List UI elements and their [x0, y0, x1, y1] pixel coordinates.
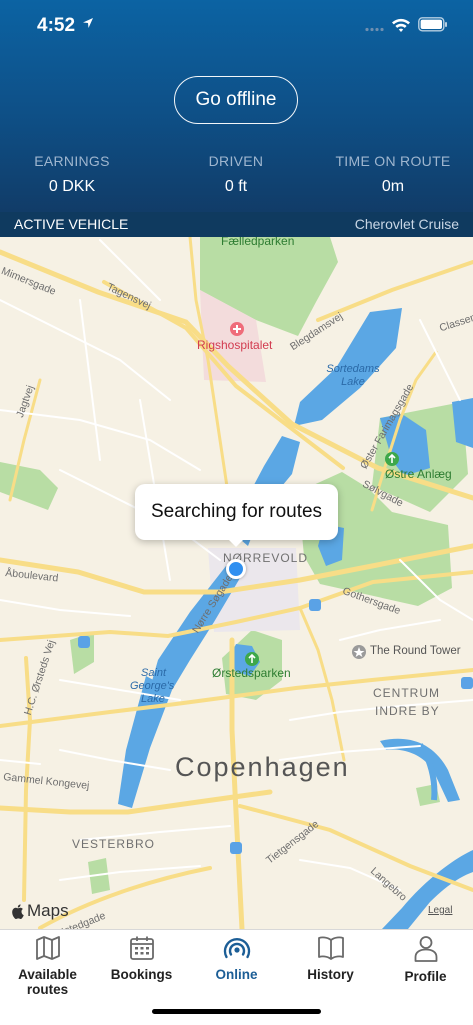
- go-offline-button[interactable]: Go offline: [174, 76, 298, 124]
- map-label: Ørstedsparken: [212, 666, 291, 680]
- map-label: Lake: [141, 693, 165, 705]
- maps-attribution-text: Maps: [27, 901, 69, 920]
- map-label: Østre Anlæg: [385, 467, 452, 481]
- active-vehicle-label: ACTIVE VEHICLE: [14, 216, 129, 232]
- map-label: George's: [130, 680, 175, 692]
- tab-available-routes[interactable]: Available routes: [0, 930, 95, 997]
- stat-label: EARNINGS: [34, 153, 110, 169]
- map-label: Fælledparken: [221, 237, 295, 248]
- apple-logo-icon: [12, 904, 24, 919]
- broadcast-icon: [223, 937, 250, 959]
- calendar-icon: [129, 936, 154, 960]
- status-bar: 4:52: [0, 0, 473, 52]
- battery-icon: [418, 17, 447, 32]
- map-label: Sortedams Lake: [326, 363, 380, 388]
- map-label: Rigshospitalet: [197, 338, 273, 352]
- map-label: The Round Tower: [370, 645, 461, 657]
- map-view[interactable]: Fælledparken Rigshospitalet Sortedams La…: [0, 237, 473, 929]
- active-vehicle-name: Cherovlet Cruise: [354, 216, 459, 232]
- tab-label: Profile: [404, 969, 447, 984]
- current-location-dot[interactable]: [226, 559, 246, 579]
- tab-history[interactable]: History: [283, 930, 378, 992]
- map-label: VESTERBRO: [72, 837, 156, 851]
- stat-earnings: EARNINGS 0 DKK: [0, 153, 147, 196]
- map-icon: [35, 936, 60, 960]
- tab-label: Available routes: [18, 967, 77, 997]
- stat-value: 0 DKK: [48, 178, 96, 195]
- stat-value: 0m: [381, 178, 405, 195]
- tab-bookings[interactable]: Bookings: [94, 930, 189, 992]
- home-indicator: [152, 1009, 321, 1014]
- tab-online[interactable]: Online: [189, 930, 284, 992]
- active-vehicle-bar[interactable]: ACTIVE VEHICLE Cherovlet Cruise: [0, 212, 473, 237]
- map-label: CENTRUM: [373, 686, 440, 700]
- stat-label: TIME ON ROUTE: [335, 153, 451, 169]
- cellular-signal-icon: [365, 27, 384, 32]
- map-label: Saint: [141, 667, 167, 679]
- searching-callout: Searching for routes: [135, 484, 338, 540]
- map-label: INDRE BY: [375, 704, 440, 718]
- stat-value: 0 ft: [224, 178, 248, 195]
- tab-label: History: [307, 967, 354, 982]
- location-arrow-icon: [83, 18, 93, 28]
- map-label: Copenhagen: [175, 752, 350, 782]
- stat-time-on-route: TIME ON ROUTE 0m: [318, 153, 468, 196]
- status-time: 4:52: [37, 15, 76, 36]
- tab-label: Bookings: [110, 967, 173, 982]
- callout-tail: [227, 538, 245, 547]
- stat-label: DRIVEN: [208, 153, 264, 169]
- header: 4:52 Go offline EARNINGS 0 DKK DRIVEN 0 …: [0, 0, 473, 212]
- stat-driven: DRIVEN 0 ft: [161, 153, 311, 196]
- tab-label: Online: [215, 967, 258, 982]
- tab-profile[interactable]: Profile: [378, 930, 473, 992]
- wifi-icon: [392, 18, 410, 32]
- book-icon: [317, 936, 344, 960]
- apple-maps-attribution: Maps: [11, 901, 69, 921]
- person-icon: [414, 936, 437, 962]
- legal-link[interactable]: Legal: [428, 905, 452, 916]
